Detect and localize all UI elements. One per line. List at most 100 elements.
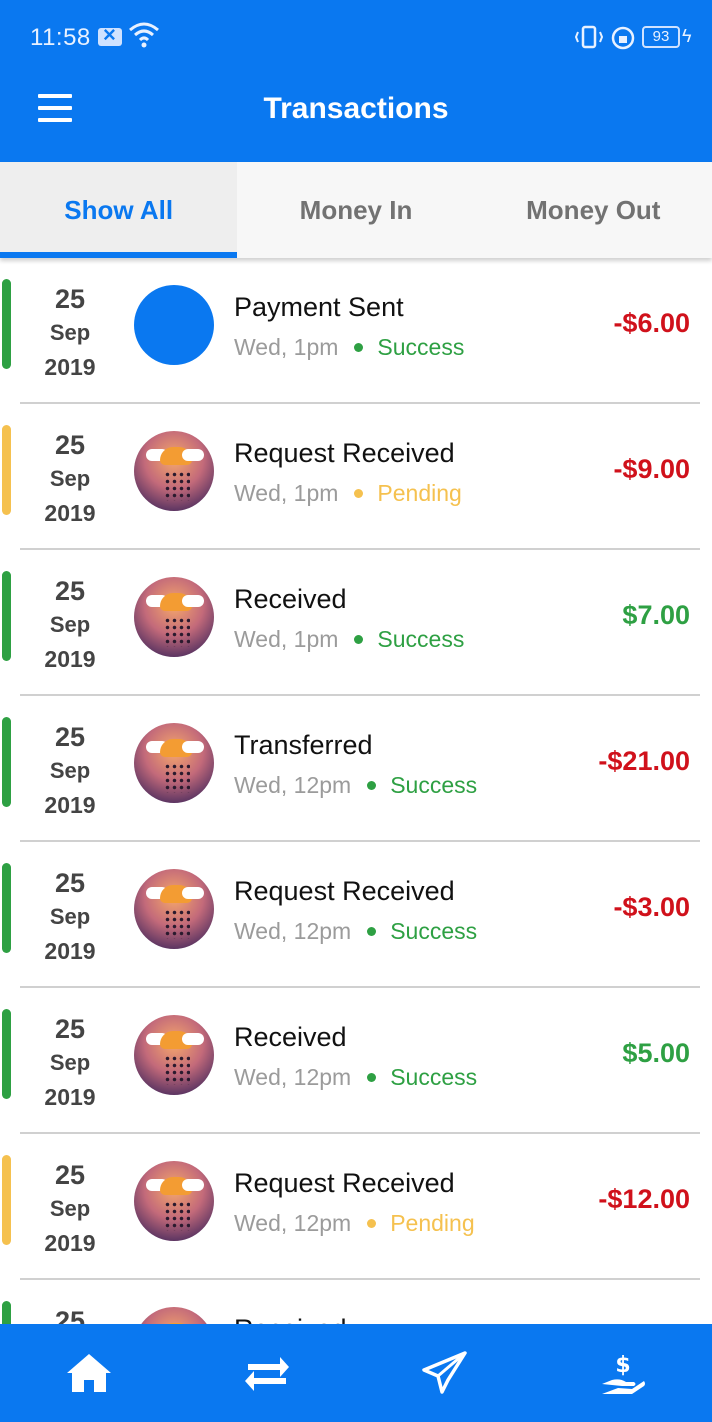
date-year: 2019: [44, 354, 96, 380]
battery-indicator: 93: [642, 26, 680, 48]
status-dot: [367, 781, 377, 790]
avatar: [134, 1161, 214, 1241]
status-dot: [354, 489, 364, 498]
nav-send-button[interactable]: [356, 1324, 534, 1422]
status-time: 11:58: [30, 24, 91, 51]
nav-transfer-button[interactable]: [178, 1324, 356, 1422]
transaction-meta: Wed, 12pm Success: [234, 918, 477, 945]
svg-text:$: $: [615, 1353, 630, 1378]
date-year: 2019: [44, 792, 96, 818]
date-month: Sep: [49, 1196, 91, 1221]
transaction-time: Wed, 12pm: [234, 1064, 352, 1090]
transaction-row[interactable]: 25 Sep 2019 Transferred Wed, 12pm Success -$21…: [0, 696, 712, 842]
transaction-row[interactable]: 25 Sep 2019 Request Received Wed, 1pm Pending…: [0, 404, 712, 550]
transaction-amount: $7.00: [622, 600, 690, 630]
transaction-date: 25 Sep 2019: [30, 428, 110, 530]
date-year: 2019: [44, 1084, 96, 1110]
transaction-list: 25 Sep 2019 Payment Sent Wed, 1pm Success -$6.…: [0, 258, 712, 1324]
transaction-meta: Wed, 1pm Success: [234, 626, 464, 653]
nav-home-button[interactable]: [0, 1324, 178, 1422]
bottom-navigation: $: [0, 1324, 712, 1422]
transaction-title: Received: [234, 1314, 347, 1324]
transfer-icon: [245, 1357, 289, 1391]
transaction-amount: -$6.00: [613, 308, 690, 338]
date-day: 25: [54, 284, 86, 314]
status-indicator-bar: [2, 1009, 11, 1099]
transaction-time: Wed, 12pm: [234, 772, 352, 798]
transaction-meta: Wed, 1pm Success: [234, 334, 464, 361]
transaction-status: Success: [390, 772, 478, 798]
page-title: Transactions: [263, 92, 449, 125]
transaction-status: Pending: [377, 480, 462, 506]
date-day: 25: [54, 1160, 86, 1190]
transaction-time: Wed, 12pm: [234, 918, 352, 944]
transaction-title: Received: [234, 584, 347, 614]
transaction-amount: -$9.00: [613, 454, 690, 484]
transaction-status: Success: [377, 626, 465, 652]
transaction-title: Received: [234, 1022, 347, 1052]
avatar: [134, 285, 214, 365]
status-indicator-bar: [2, 279, 11, 369]
date-day: 25: [54, 722, 86, 752]
status-indicator-bar: [2, 1301, 11, 1324]
transaction-status: Success: [390, 1064, 478, 1090]
status-dot: [367, 1219, 377, 1228]
date-month: Sep: [49, 1050, 91, 1075]
transaction-time: Wed, 12pm: [234, 1210, 352, 1236]
date-day: 25: [54, 576, 86, 606]
transaction-date: 25: [30, 1304, 110, 1324]
date-day: 25: [54, 430, 86, 460]
transaction-meta: Wed, 12pm Success: [234, 1064, 477, 1091]
transaction-status: Success: [377, 334, 465, 360]
transaction-meta: Wed, 12pm Pending: [234, 1210, 475, 1237]
status-indicator-bar: [2, 863, 11, 953]
date-month: Sep: [49, 612, 91, 637]
transaction-time: Wed, 1pm: [234, 480, 339, 506]
transaction-date: 25 Sep 2019: [30, 1158, 110, 1260]
vibrate-icon: [574, 25, 604, 49]
transaction-amount: -$3.00: [613, 892, 690, 922]
tab-money-in[interactable]: Money In: [237, 162, 474, 258]
status-indicator-bar: [2, 1155, 11, 1245]
transaction-status: Pending: [390, 1210, 475, 1236]
avatar: [134, 1015, 214, 1095]
request-money-icon: $: [602, 1353, 645, 1394]
nav-request-money-button[interactable]: $: [534, 1324, 712, 1422]
date-day: 25: [54, 1306, 86, 1324]
wifi-icon: [129, 22, 159, 48]
transaction-amount: -$12.00: [598, 1184, 690, 1214]
transaction-time: Wed, 1pm: [234, 626, 339, 652]
transaction-status: Success: [390, 918, 478, 944]
date-day: 25: [54, 868, 86, 898]
avatar: [134, 577, 214, 657]
status-indicator-bar: [2, 425, 11, 515]
status-indicator-bar: [2, 717, 11, 807]
transaction-meta: Wed, 12pm Success: [234, 772, 477, 799]
transaction-amount: $5.00: [622, 1038, 690, 1068]
transaction-row[interactable]: 25 Sep 2019 Received Wed, 1pm Success $7.00: [0, 550, 712, 696]
transaction-meta: Wed, 1pm Pending: [234, 480, 462, 507]
home-icon: [67, 1354, 111, 1392]
lock-rotation-icon: [611, 26, 635, 50]
app-header: 11:58 93 ϟ Transactions: [0, 0, 712, 162]
transaction-row[interactable]: 25 Sep 2019 Request Received Wed, 12pm Succes…: [0, 842, 712, 988]
transaction-title: Request Received: [234, 1168, 455, 1198]
send-icon: [422, 1351, 467, 1394]
transaction-row[interactable]: 25 Received: [0, 1280, 712, 1324]
status-dot: [354, 343, 364, 352]
transaction-time: Wed, 1pm: [234, 334, 339, 360]
date-year: 2019: [44, 500, 96, 526]
transaction-date: 25 Sep 2019: [30, 1012, 110, 1114]
date-day: 25: [54, 1014, 86, 1044]
transaction-row[interactable]: 25 Sep 2019 Payment Sent Wed, 1pm Success -$6.…: [0, 258, 712, 404]
transaction-title: Transferred: [234, 730, 373, 760]
status-dot: [367, 927, 377, 936]
transaction-title: Request Received: [234, 876, 455, 906]
transaction-row[interactable]: 25 Sep 2019 Request Received Wed, 12pm Pendin…: [0, 1134, 712, 1280]
status-dot: [367, 1073, 377, 1082]
transaction-date: 25 Sep 2019: [30, 282, 110, 384]
transaction-row[interactable]: 25 Sep 2019 Received Wed, 12pm Success $5.00: [0, 988, 712, 1134]
tab-show-all[interactable]: Show All: [0, 162, 238, 258]
tab-money-out[interactable]: Money Out: [475, 162, 712, 258]
mail-notification-icon: [98, 22, 122, 48]
